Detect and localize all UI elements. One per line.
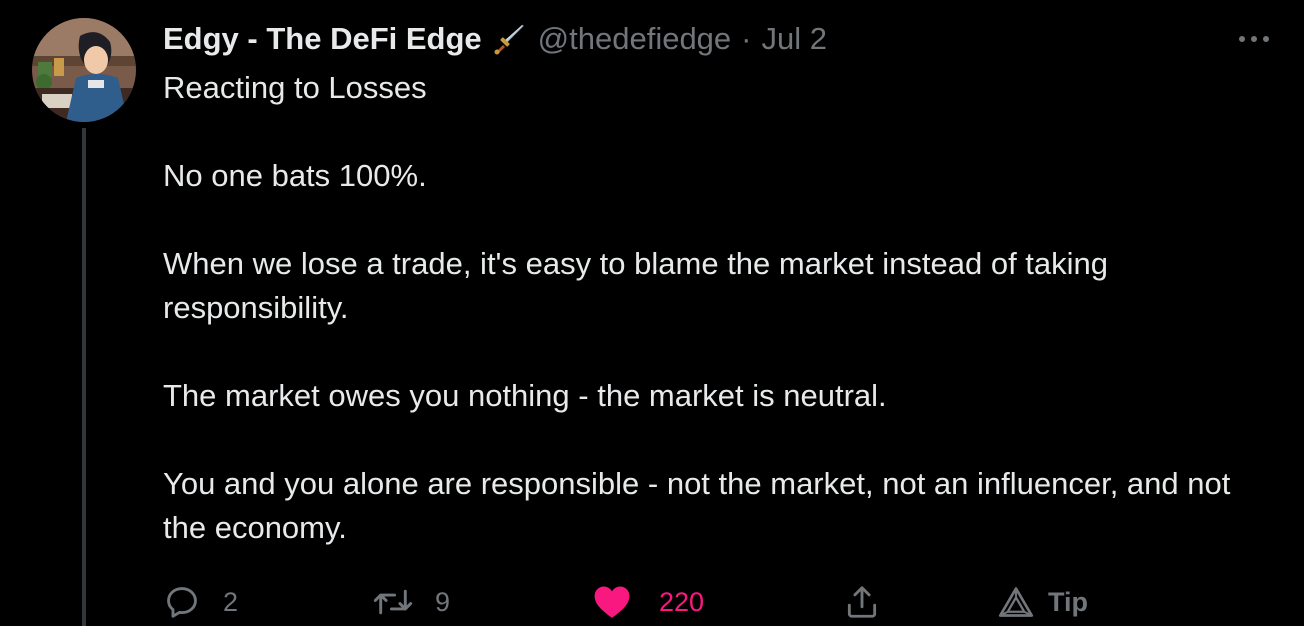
separator: ·	[741, 21, 752, 56]
tweet-paragraph: When we lose a trade, it's easy to blame…	[163, 246, 1109, 325]
more-options-button[interactable]	[1234, 24, 1274, 54]
display-name[interactable]: Edgy - The DeFi Edge	[163, 21, 482, 57]
paragraph-spacer	[163, 110, 1273, 154]
like-count: 220	[659, 586, 705, 617]
avatar[interactable]	[32, 18, 136, 122]
reply-count: 2	[223, 586, 239, 617]
tweet-paragraph: No one bats 100%.	[163, 158, 427, 193]
paragraph-spacer	[163, 198, 1273, 242]
share-button[interactable]	[843, 580, 881, 624]
tip-icon	[998, 587, 1034, 617]
paragraph-spacer	[163, 418, 1273, 462]
reply-icon	[167, 587, 197, 618]
tweet-date[interactable]: Jul 2	[762, 21, 827, 57]
more-icon	[1239, 36, 1269, 42]
retweet-icon	[373, 589, 413, 615]
dagger-icon	[492, 22, 526, 56]
retweet-button[interactable]: 9	[373, 580, 450, 624]
avatar-illustration	[32, 18, 136, 122]
reply-button[interactable]: 2	[163, 580, 238, 624]
tip-label: Tip	[1048, 586, 1088, 617]
tweet-paragraph: You and you alone are responsible - not …	[163, 466, 1231, 545]
thread-line	[82, 128, 86, 626]
tweet-actions: 2 9 220 Tip	[163, 580, 1163, 624]
user-handle[interactable]: @thedefiedge	[538, 21, 732, 57]
paragraph-spacer	[163, 330, 1273, 374]
tip-button[interactable]: Tip	[998, 580, 1088, 624]
tweet-paragraph: The market owes you nothing - the market…	[163, 378, 887, 413]
tweet-header: Edgy - The DeFi Edge @thedefiedge · Jul …	[163, 18, 827, 60]
like-button[interactable]: 220	[593, 580, 704, 624]
share-icon	[847, 586, 877, 618]
retweet-count: 9	[435, 586, 451, 617]
tweet-paragraph: Reacting to Losses	[163, 70, 427, 105]
tweet-text: Reacting to Losses No one bats 100%. Whe…	[163, 66, 1273, 550]
heart-icon	[594, 586, 630, 618]
